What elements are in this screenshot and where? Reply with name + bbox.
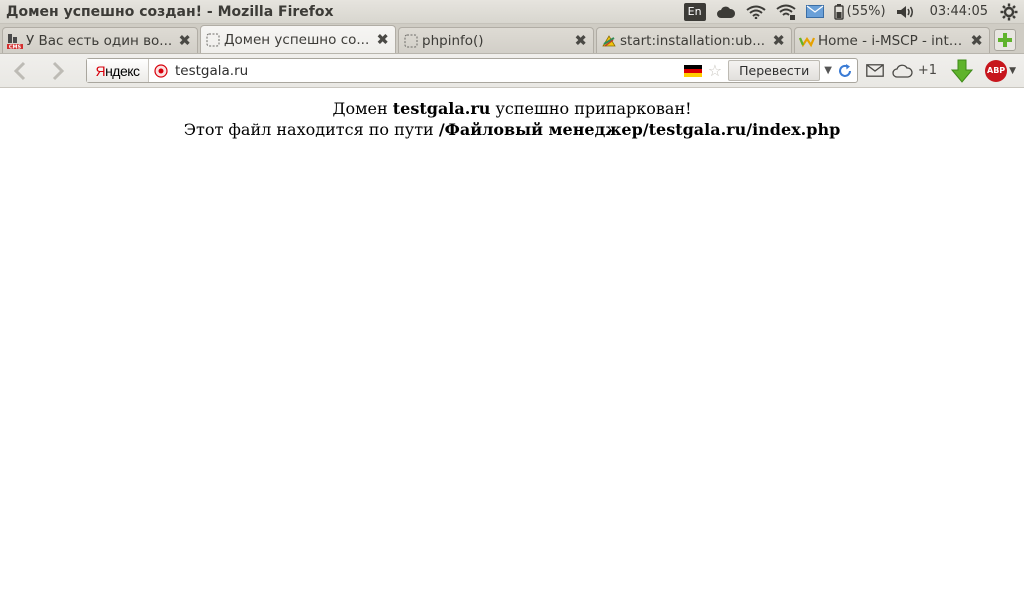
page-content: Домен testgala.ru успешно припаркован! Э… [0,89,1024,600]
tab-label: start:installation:ub... [620,32,766,49]
title-bar: Домен успешно создан! - Mozilla Firefox … [0,0,1024,24]
battery-percent: (55%) [846,4,886,19]
message-prefix: Домен [332,99,393,118]
blank-page-icon [205,32,221,48]
wifi-icon[interactable] [745,0,766,24]
volume-icon[interactable] [896,0,916,24]
bookmark-star-icon[interactable]: ☆ [708,61,722,80]
cms-icon: CMS [7,33,23,49]
reload-icon[interactable] [836,62,854,80]
close-tab-icon[interactable]: ✖ [970,33,983,48]
translate-button[interactable]: Перевести [728,60,821,81]
download-arrow-icon[interactable] [951,57,974,85]
parked-message-line: Домен testgala.ru успешно припаркован! [0,98,1024,119]
site-identity-icon[interactable] [153,63,169,79]
mail-icon[interactable] [866,57,884,85]
battery-indicator[interactable]: (55%) [833,0,886,24]
tab-strip: CMS У Вас есть один во... ✖ Домен успешн… [0,24,1024,54]
tab-installation-wiki[interactable]: start:installation:ub... ✖ [596,27,792,53]
imscp-icon [799,33,815,49]
chevron-left-icon [13,61,26,80]
new-tab-button[interactable] [994,29,1016,51]
address-bar[interactable]: Яндекс testgala.ru ☆ Перевести ▼ [86,58,858,83]
session-gear-icon[interactable] [1000,0,1018,24]
yandex-search-button[interactable]: Яндекс [87,59,149,82]
plus-icon [998,33,1012,47]
cloud-icon[interactable] [716,0,736,24]
domain-name: testgala.ru [392,99,491,118]
url-history-dropdown-icon[interactable]: ▼ [824,65,832,76]
keyboard-layout-label: En [683,2,706,21]
clock[interactable]: 03:44:05 [930,0,988,24]
blank-page-icon [403,33,419,49]
tab-label: Домен успешно со... [224,31,370,48]
tab-domain-created[interactable]: Домен успешно со... ✖ [200,25,396,53]
file-path: /Файловый менеджер/testgala.ru/index.php [438,120,841,139]
tab-cms-message[interactable]: CMS У Вас есть один во... ✖ [2,27,198,53]
close-tab-icon[interactable]: ✖ [376,32,389,47]
svg-text:CMS: CMS [9,44,22,49]
close-tab-icon[interactable]: ✖ [772,33,785,48]
forward-button[interactable] [44,57,72,85]
adblock-plus-button[interactable]: ABP ▼ [985,57,1016,85]
navigation-toolbar: Яндекс testgala.ru ☆ Перевести ▼ +1 ABP … [0,54,1024,88]
message-suffix: успешно припаркован! [490,99,692,118]
adblock-plus-icon: ABP [985,59,1008,82]
chevron-right-icon [52,61,65,80]
file-path-line: Этот файл находится по пути /Файловый ме… [0,119,1024,140]
battery-icon [833,3,844,20]
toolbar-extensions: +1 ABP ▼ [866,57,1024,85]
weather-cloud-icon [892,64,913,78]
tab-label: Home - i-MSCP - inte... [818,32,967,49]
path-prefix: Этот файл находится по пути [183,120,439,139]
close-tab-icon[interactable]: ✖ [178,33,191,48]
tab-label: phpinfo() [422,32,484,49]
yandex-logo-rest: ндекс [105,62,140,79]
german-flag-icon[interactable] [683,64,702,77]
keyboard-layout-indicator[interactable]: En [683,0,706,24]
yandex-logo-first-letter: Я [95,62,106,79]
dokuwiki-icon [601,33,617,49]
window-title: Домен успешно создан! - Mozilla Firefox [6,3,334,20]
close-tab-icon[interactable]: ✖ [574,33,587,48]
chevron-down-icon[interactable]: ▼ [1009,66,1016,76]
system-indicators: En (55%) 03:44:05 [674,0,1024,24]
tab-imscp-home[interactable]: Home - i-MSCP - inte... ✖ [794,27,990,53]
mail-indicator-icon[interactable] [805,0,824,24]
back-button[interactable] [6,57,34,85]
tab-label: У Вас есть один во... [26,32,173,49]
tab-phpinfo[interactable]: phpinfo() ✖ [398,27,594,53]
url-input[interactable]: testgala.ru [175,63,684,79]
wifi-secondary-icon[interactable] [775,0,796,24]
weather-share-button[interactable]: +1 [892,57,937,85]
share-count: +1 [917,63,938,78]
